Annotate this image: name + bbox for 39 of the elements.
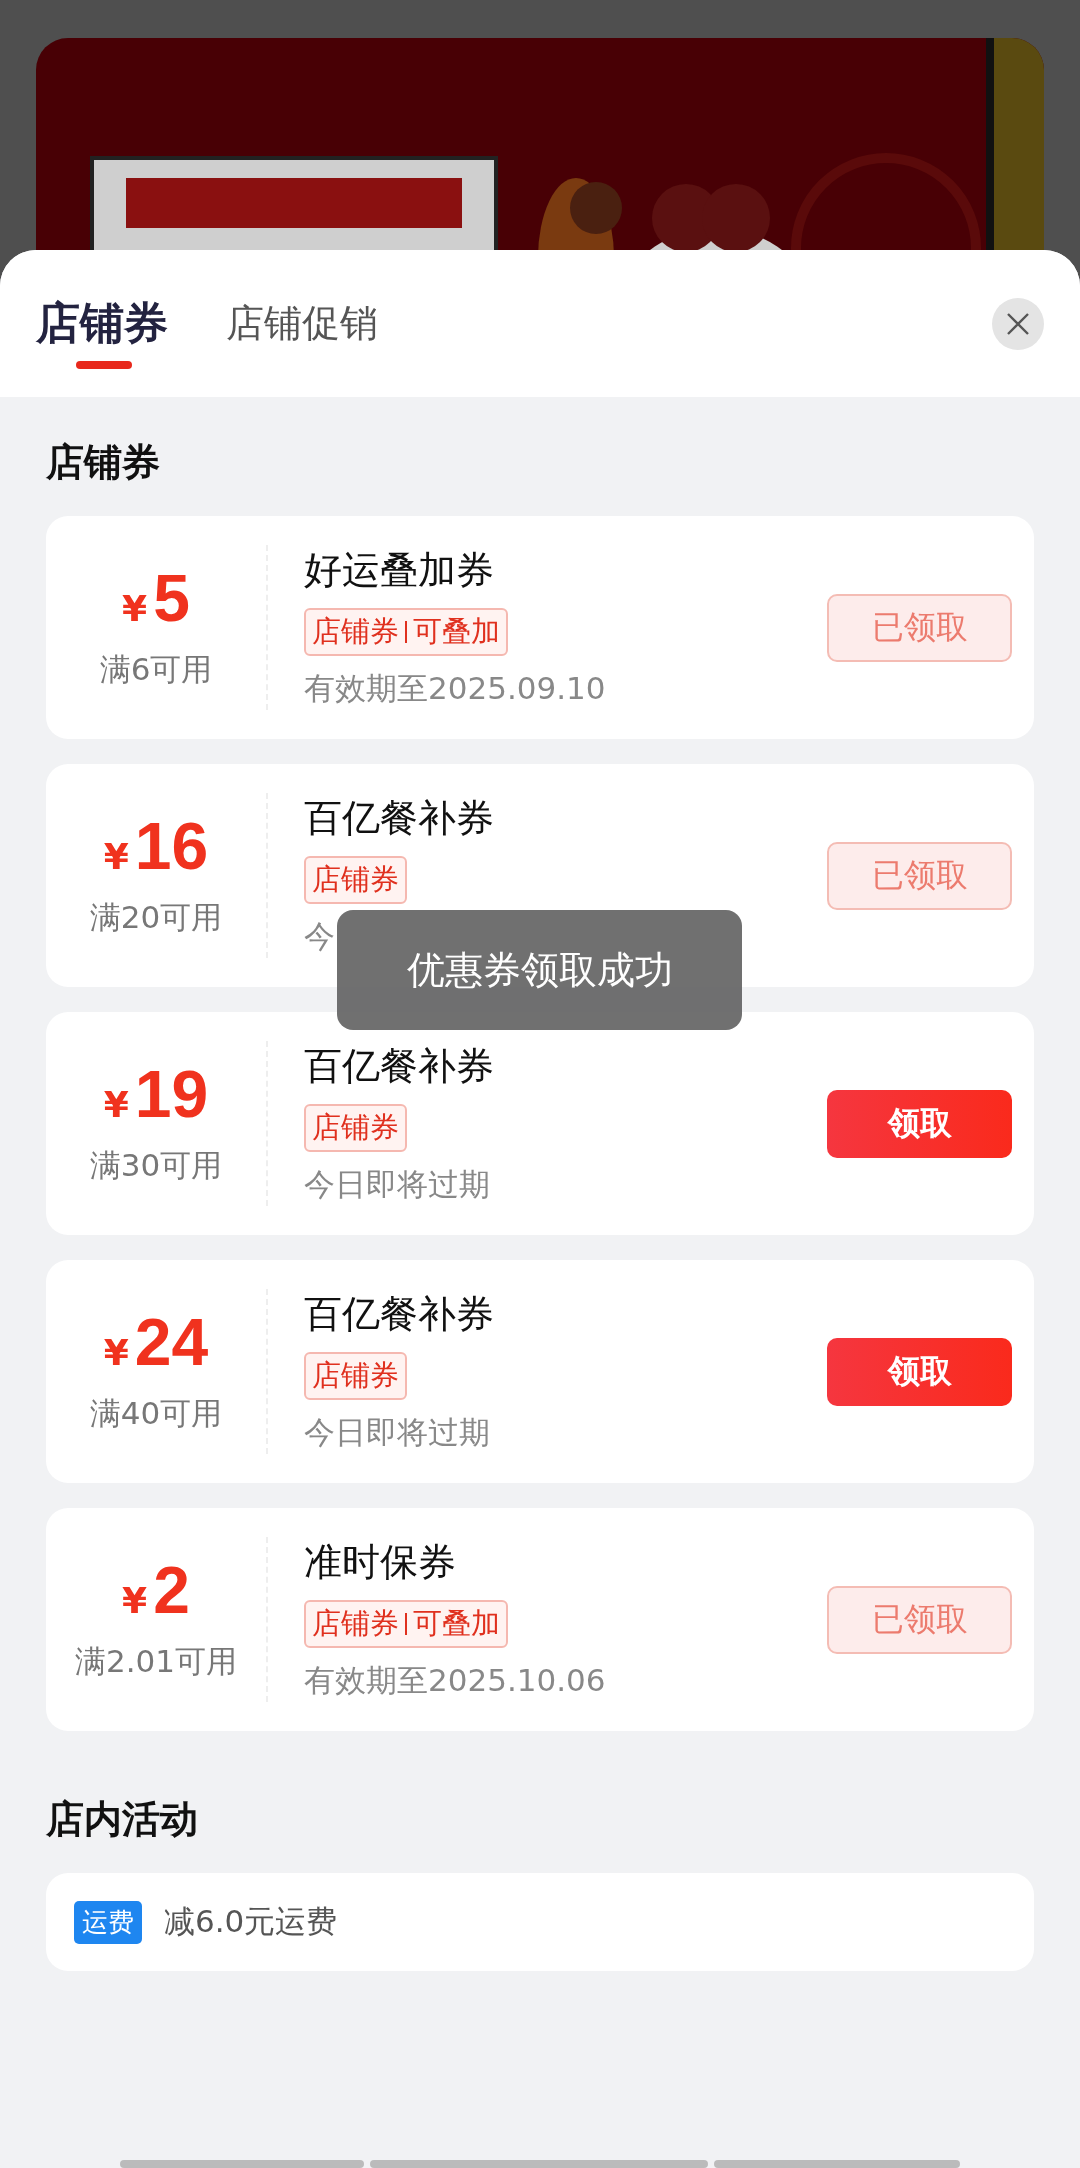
coupon-tag: 店铺券 — [304, 856, 407, 904]
toast-message: 优惠券领取成功 — [337, 910, 742, 1030]
coupon-condition: 满2.01可用 — [75, 1641, 237, 1681]
section-title: 店铺券 — [46, 439, 161, 486]
coupon-name: 好运叠加券 — [304, 547, 495, 594]
coupon-condition: 满6可用 — [99, 649, 213, 689]
coupon-name: 准时保券 — [304, 1539, 457, 1586]
coupon-validity: 有效期至2025.10.06 — [304, 1661, 607, 1700]
coupon-tag: 店铺券 — [304, 1104, 407, 1152]
coupon-tag: 店铺券 可叠加 — [304, 608, 508, 656]
close-icon — [1006, 311, 1030, 336]
coupon-amount: ¥5 — [122, 564, 190, 631]
close-button[interactable] — [992, 297, 1044, 350]
tab[interactable]: 店铺券 — [36, 276, 168, 371]
activity-tag: 运费 — [74, 1900, 142, 1944]
coupon-amount: ¥16 — [103, 812, 209, 879]
coupon-name: 百亿餐补券 — [304, 1291, 495, 1338]
coupon-condition: 满40可用 — [89, 1393, 223, 1433]
coupon-amount: ¥24 — [103, 1308, 209, 1375]
coupon-condition: 满30可用 — [89, 1145, 223, 1185]
coupon-validity: 今日即将过期 — [304, 1165, 491, 1204]
coupon-tag: 店铺券 可叠加 — [304, 1600, 508, 1648]
coupon-condition: 满20可用 — [89, 897, 223, 937]
claimed-button[interactable]: 已领取 — [827, 1585, 1012, 1654]
claimed-button[interactable]: 已领取 — [827, 841, 1012, 910]
coupon-validity: 今日即将过期 — [304, 1413, 491, 1452]
coupon-name: 百亿餐补券 — [304, 795, 495, 842]
coupon-amount: ¥19 — [103, 1060, 209, 1127]
coupon-amount: ¥2 — [122, 1556, 190, 1623]
tab[interactable]: 店铺促销 — [226, 280, 378, 367]
section-title: 店内活动 — [46, 1796, 199, 1843]
claim-button[interactable]: 领取 — [827, 1337, 1012, 1406]
coupon-validity: 今 — [304, 917, 336, 956]
coupon-name: 百亿餐补券 — [304, 1043, 495, 1090]
claim-button[interactable]: 领取 — [827, 1089, 1012, 1158]
coupon-tag: 店铺券 — [304, 1352, 407, 1400]
coupon-validity: 有效期至2025.09.10 — [304, 669, 607, 708]
claimed-button[interactable]: 已领取 — [827, 593, 1012, 662]
activity-text: 减6.0元运费 — [164, 1902, 338, 1941]
